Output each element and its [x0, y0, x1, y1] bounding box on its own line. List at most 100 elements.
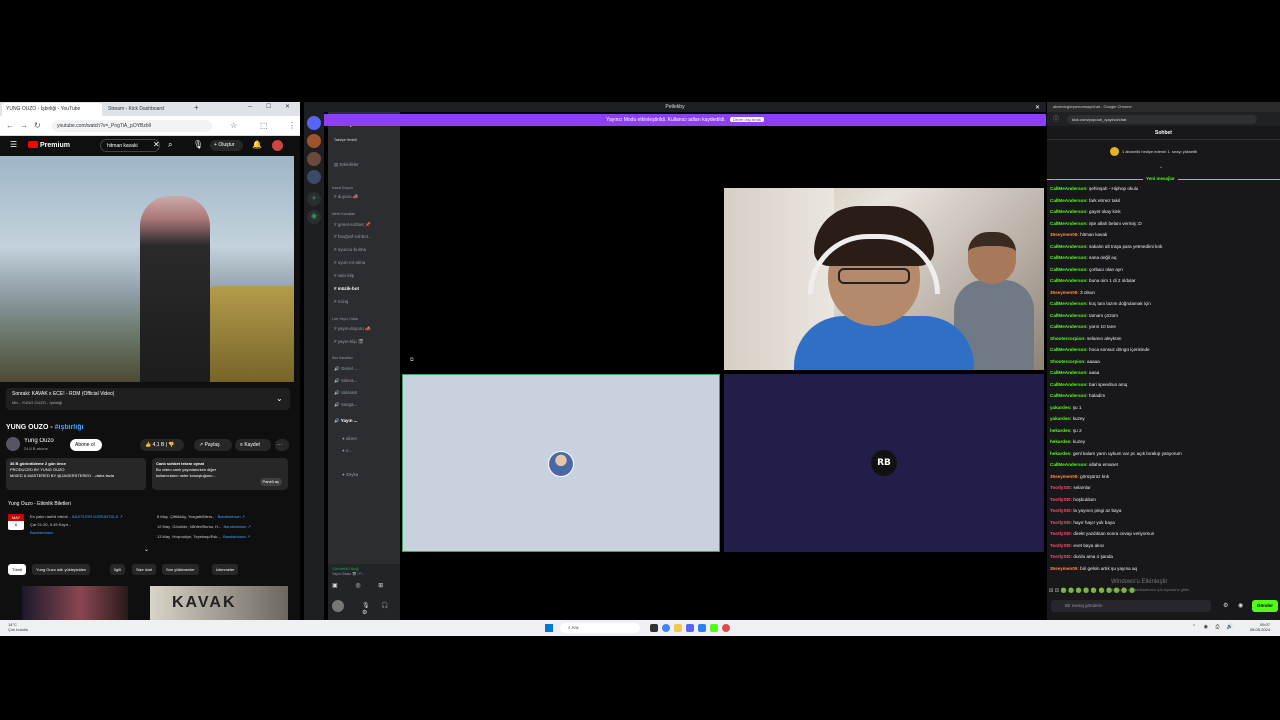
add-server-icon[interactable]: + [307, 192, 321, 206]
chat-username[interactable]: CallMeAnderson: [1050, 267, 1088, 272]
chip-related[interactable]: İlgili [110, 564, 125, 575]
clear-search-icon[interactable]: ✕ [153, 140, 160, 149]
chat-username[interactable]: CallMeAnderson: [1050, 324, 1088, 329]
discord-taskbar-icon[interactable] [686, 624, 694, 632]
chip-watched[interactable]: İzlenmeler [212, 564, 239, 575]
obs-icon[interactable] [722, 624, 730, 632]
open-panel-button[interactable]: Paneli aç [259, 478, 282, 486]
system-tray-icons[interactable]: ⌃ ◉ ⎙ 🔊 [1192, 624, 1236, 630]
video-title-hashtag[interactable]: #işbirliği [55, 424, 84, 431]
site-info-icon[interactable]: ⓘ [1053, 114, 1059, 123]
chrome-icon[interactable] [662, 624, 670, 632]
voice-controls[interactable]: ▣ ◎ ⊞ [332, 582, 391, 589]
reload-icon[interactable]: ↻ [34, 121, 41, 130]
chat-username[interactable]: CallMeAnderson: [1050, 301, 1088, 306]
chat-username[interactable]: CallMeAnderson: [1050, 209, 1088, 214]
channel-name[interactable]: Yung Ouzo [24, 438, 54, 444]
video-description[interactable]: 36 B görüntüleme 2 gün önce PRODUCED BY … [6, 458, 146, 490]
forward-icon[interactable]: → [20, 121, 28, 130]
chat-username[interactable]: CallMeAnderson: [1050, 382, 1088, 387]
channel-item[interactable]: # oyun-rol-alma [334, 260, 365, 265]
create-button[interactable]: + Oluştur [210, 140, 243, 151]
window-controls[interactable]: ─ ☐ ✕ [248, 103, 296, 110]
send-button[interactable]: Gönder [1252, 600, 1278, 612]
chip-all[interactable]: Tümü [8, 564, 27, 575]
browser-tab-kick-dashboard[interactable]: Stream - Kick Dashboard [104, 103, 192, 116]
channel-item[interactable]: # mizaj [334, 299, 348, 304]
chat-username[interactable]: CallMeAnderson: [1050, 244, 1088, 249]
chat-username[interactable]: 35seymen05: [1050, 474, 1079, 479]
recommended-thumbnail[interactable] [22, 586, 128, 620]
file-explorer-icon[interactable] [674, 624, 682, 632]
disable-streamer-mode-button[interactable]: Devre dışı bırak [729, 117, 764, 122]
back-icon[interactable]: ← [6, 121, 14, 130]
weather-widget[interactable]: 14°C Çok bulutlu [8, 622, 28, 632]
server-icon[interactable] [307, 170, 321, 184]
chat-username[interactable]: CallMeAnderson: [1050, 393, 1088, 398]
recommended-thumbnail[interactable]: KAVAK [150, 586, 288, 620]
chat-username[interactable]: TootlySt0: [1050, 531, 1072, 536]
channel-item[interactable]: # fotoğraf-sohbet... [334, 234, 372, 239]
kick-taskbar-icon[interactable] [710, 624, 718, 632]
chat-username[interactable]: CallMeAnderson: [1050, 313, 1088, 318]
chat-username[interactable]: CallMeAnderson: [1050, 255, 1088, 260]
popout-icon[interactable]: ⧉ [410, 357, 414, 363]
chat-username[interactable]: CallMeAnderson: [1050, 462, 1088, 467]
close-icon[interactable]: ✕ [1035, 104, 1040, 111]
video-player[interactable] [0, 156, 294, 382]
url-field[interactable]: youtube.com/watch?v=_PngTiA_pOYBzbll [52, 120, 212, 132]
notifications-icon[interactable]: 🔔 [252, 140, 262, 149]
event-row[interactable]: 8 May Çiftlikköy, Yozgatlı/Mers... Bands… [157, 514, 245, 519]
voice-channel[interactable]: 🔊 Valora... [334, 378, 357, 384]
events-item[interactable]: ▤ Etkinlikler [334, 162, 359, 168]
like-dislike-button[interactable]: 👍 4,1 B | 👎 [140, 439, 184, 451]
category-announcements[interactable]: Kanal Duyuru [332, 186, 353, 190]
chip-recent-uploads[interactable]: Son yüklenenler [162, 564, 199, 575]
chat-username[interactable]: 35seymen05: [1050, 290, 1079, 295]
category-voice[interactable]: Ses Kanalları [332, 356, 353, 360]
video-tile-participant[interactable] [402, 374, 720, 552]
store-icon[interactable] [698, 624, 706, 632]
microphone-icon[interactable]: 🎙 [193, 140, 203, 149]
collapse-chevron-icon[interactable]: ⌄ [1159, 164, 1163, 170]
chat-username[interactable]: TootlySt0: [1050, 497, 1072, 502]
chat-username[interactable]: hekardes: [1050, 451, 1072, 456]
chat-username[interactable]: TootlySt0: [1050, 508, 1072, 513]
browser-menu-icon[interactable]: ⋮ [288, 121, 296, 130]
category-text[interactable]: Metin Kanalları [332, 212, 355, 216]
voice-connection-channel[interactable]: Yayın Odası 🎬 / P... [332, 572, 364, 576]
channel-item[interactable]: # genel-sohbet 📌 [334, 222, 371, 228]
channel-item[interactable]: # yayın-duyuru 📣 [334, 326, 371, 332]
chip-from-uploader[interactable]: Yung Ouzo adlı yükleyiciden [32, 564, 91, 575]
avatar[interactable] [272, 140, 283, 151]
expand-chevron-icon[interactable]: ⌄ [144, 546, 149, 553]
video-tile-camera[interactable] [724, 188, 1044, 370]
chat-username[interactable]: TootlySt0: [1050, 485, 1072, 490]
chat-username[interactable]: TootlySt0: [1050, 554, 1072, 559]
event-row[interactable]: 13 May Hoşnudiye, Tepebaşı/Esk... Bandsi… [157, 534, 250, 539]
save-button[interactable]: ≡ Kaydet [235, 439, 271, 451]
channel-avatar[interactable] [6, 437, 20, 451]
youtube-logo[interactable]: Premium [28, 141, 70, 149]
event-vendor[interactable]: Bandsintown [30, 530, 53, 535]
chevron-down-icon[interactable]: ⌄ [276, 394, 283, 403]
event-row[interactable]: 12 May Gönülde, Nilüfer/Bursa, H... Band… [157, 524, 251, 529]
channel-item[interactable]: # valo-klip [334, 273, 354, 278]
browser-tab-youtube[interactable]: YUNG OUZO - İşbirliği - YouTube [2, 103, 102, 116]
chat-username[interactable]: CallMeAnderson: [1050, 198, 1088, 203]
chip-for-you[interactable]: Size özel [132, 564, 157, 575]
new-tab-icon[interactable]: + [194, 103, 199, 112]
chat-settings-icons[interactable]: ⚙ ◉ [1223, 602, 1247, 609]
search-input[interactable]: hitman kavaki [100, 139, 160, 152]
bookmark-icon[interactable]: ☆ [230, 121, 237, 130]
voice-member[interactable]: ● akıen [342, 436, 357, 441]
chat-username[interactable]: CallMeAnderson: [1050, 278, 1088, 283]
search-icon[interactable]: ⌕ [168, 140, 172, 150]
hamburger-menu-icon[interactable]: ☰ [10, 140, 17, 149]
explore-icon[interactable]: ◉ [307, 210, 321, 224]
chat-username[interactable]: CallMeAnderson: [1050, 370, 1088, 375]
view-tickets-link[interactable]: BİLETLERİ GÖRÜNTÜLE ↗ [72, 514, 123, 519]
category-live[interactable]: Live Yayın Odası [332, 317, 358, 321]
chat-username[interactable]: yakardes: [1050, 405, 1071, 410]
chat-username[interactable]: CallMeAnderson: [1050, 186, 1088, 191]
